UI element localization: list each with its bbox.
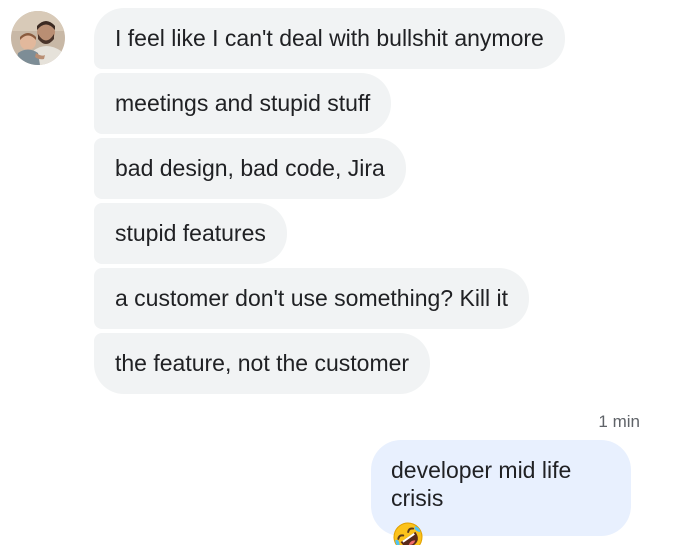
incoming-message[interactable]: meetings and stupid stuff (94, 73, 392, 134)
incoming-message[interactable]: I feel like I can't deal with bullshit a… (94, 8, 565, 69)
incoming-message[interactable]: stupid features (94, 203, 287, 264)
message-timestamp: 1 min (598, 412, 640, 431)
incoming-message-group: I feel like I can't deal with bullshit a… (94, 8, 654, 398)
incoming-message[interactable]: the feature, not the customer (94, 333, 431, 394)
rolling-on-floor-laughing-icon (393, 522, 423, 545)
outgoing-message[interactable]: developer mid life crisis (371, 440, 631, 545)
incoming-message[interactable]: bad design, bad code, Jira (94, 138, 406, 199)
incoming-message[interactable]: a customer don't use something? Kill it (94, 268, 530, 329)
contact-avatar[interactable] (11, 11, 65, 65)
outgoing-message-text: developer mid life crisis (391, 457, 572, 511)
contact-avatar-icon (11, 11, 65, 65)
